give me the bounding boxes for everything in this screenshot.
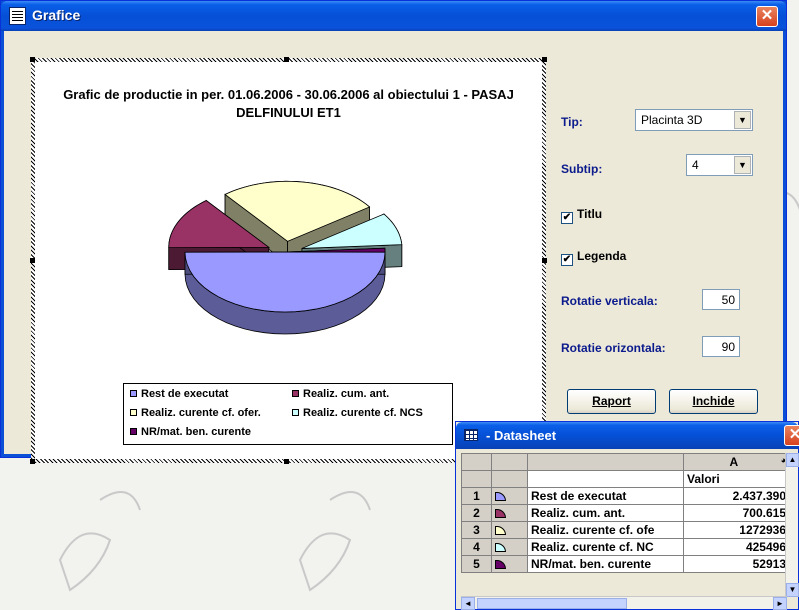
checkmark-icon[interactable]: ✔ [561, 212, 573, 224]
legend-item: NR/mat. ben. curente [130, 426, 251, 438]
row-label[interactable]: Rest de executat [527, 487, 684, 505]
scroll-thumb[interactable] [477, 598, 627, 609]
legend-label: Realiz. curente cf. ofer. [141, 407, 261, 419]
document-icon [9, 7, 26, 25]
legend-swatch [292, 390, 299, 397]
legend-swatch [130, 409, 137, 416]
chart-title: Grafic de productie in per. 01.06.2006 -… [63, 87, 514, 120]
scroll-right-icon[interactable]: ► [773, 597, 787, 610]
tip-combo[interactable]: Placinta 3D ▼ [635, 109, 753, 131]
row-header[interactable] [461, 470, 492, 488]
row-label[interactable]: Realiz. cum. ant. [527, 504, 684, 522]
checkmark-icon[interactable]: ✔ [561, 254, 573, 266]
grid-icon [464, 429, 478, 441]
row-value[interactable]: 700.615 [683, 504, 790, 522]
legenda-checkbox[interactable]: ✔ Legenda [561, 249, 626, 266]
cell[interactable] [527, 470, 684, 488]
series-swatch-icon [491, 555, 528, 573]
legend-item: Realiz. cum. ant. [292, 388, 389, 400]
grafice-window: Grafice ✕ Grafic de productie in per. 01… [0, 0, 787, 464]
chevron-down-icon[interactable]: ▼ [734, 111, 751, 129]
subtip-combo[interactable]: 4 ▼ [686, 154, 753, 176]
row-number[interactable]: 5 [461, 555, 492, 573]
subtip-combo-value: 4 [692, 158, 699, 172]
legend-item: Realiz. curente cf. NCS [292, 407, 423, 419]
legend-item: Rest de executat [130, 388, 228, 400]
row-value[interactable]: 2.437.390 [683, 487, 790, 505]
vertical-scrollbar[interactable]: ▲ ▼ [785, 453, 799, 597]
row-value[interactable]: 52913 [683, 555, 790, 573]
header-cell[interactable] [491, 453, 528, 471]
chart-area: Grafic de productie in per. 01.06.2006 -… [35, 62, 542, 459]
legend-label: Realiz. curente cf. NCS [303, 407, 423, 419]
titlu-label: Titlu [577, 207, 603, 221]
legend-swatch [130, 390, 137, 397]
row-header[interactable] [491, 470, 528, 488]
subtip-label: Subtip: [561, 162, 603, 176]
horizontal-scrollbar[interactable]: ◄ ► [461, 596, 787, 610]
rotatie-verticala-label: Rotatie verticala: [561, 294, 658, 308]
legend-item: Realiz. curente cf. ofer. [130, 407, 261, 419]
header-cell[interactable] [527, 453, 684, 471]
legend-label: NR/mat. ben. curente [141, 426, 252, 438]
series-swatch-icon [491, 504, 528, 522]
resize-handle[interactable] [30, 459, 35, 464]
scroll-up-icon[interactable]: ▲ [786, 453, 799, 467]
datasheet-title-bar[interactable]: - Datasheet ✕ [456, 422, 799, 449]
raport-button[interactable]: Raport [567, 389, 656, 414]
tip-combo-value: Placinta 3D [641, 113, 703, 127]
close-button[interactable]: ✕ [756, 6, 778, 27]
row-value[interactable]: 1272936 [683, 521, 790, 539]
row-label[interactable]: Realiz. curente cf. ofe [527, 521, 684, 539]
resize-handle[interactable] [284, 57, 289, 62]
resize-handle[interactable] [542, 258, 547, 263]
legend-swatch [292, 409, 299, 416]
rotatie-orizontala-label: Rotatie orizontala: [561, 341, 666, 355]
series-swatch-icon [491, 487, 528, 505]
legend-label: Realiz. cum. ant. [303, 388, 390, 400]
row-number[interactable]: 2 [461, 504, 492, 522]
table-row[interactable]: 3 Realiz. curente cf. ofe 1272936 [461, 521, 790, 539]
datasheet-title: - Datasheet [486, 428, 557, 443]
resize-handle[interactable] [30, 57, 35, 62]
legend-swatch [130, 428, 137, 435]
datasheet-window: - Datasheet ✕ A ◕ Valori 1 Rest de execut… [455, 421, 799, 610]
table-row[interactable]: 2 Realiz. cum. ant. 700.615 [461, 504, 790, 522]
inchide-button[interactable]: Inchide [669, 389, 758, 414]
datasheet-grid: A ◕ Valori 1 Rest de executat 2.437.390 2 Re… [461, 453, 790, 573]
series-swatch-icon [491, 521, 528, 539]
row-label[interactable]: NR/mat. ben. curente [527, 555, 684, 573]
title-bar[interactable]: Grafice ✕ [1, 1, 786, 31]
window-client: Grafic de productie in per. 01.06.2006 -… [5, 31, 782, 464]
legend-label: Rest de executat [141, 388, 229, 400]
table-row[interactable]: 1 Rest de executat 2.437.390 [461, 487, 790, 505]
row-value[interactable]: 425496 [683, 538, 790, 556]
rotatie-verticala-input[interactable]: 50 [702, 289, 740, 310]
chart-legend: Rest de executat Realiz. cum. ant. Realiz.… [123, 383, 453, 445]
table-row[interactable]: 5 NR/mat. ben. curente 52913 [461, 555, 790, 573]
titlu-checkbox[interactable]: ✔ Titlu [561, 207, 602, 224]
pie-chart [168, 180, 403, 335]
tip-label: Tip: [561, 115, 583, 129]
column-label-cell[interactable]: Valori [683, 470, 790, 488]
column-header-a[interactable]: A ◕ [683, 453, 790, 471]
table-row[interactable]: 4 Realiz. curente cf. NC 425496 [461, 538, 790, 556]
resize-handle[interactable] [542, 57, 547, 62]
corner-cell[interactable] [461, 453, 492, 471]
row-label[interactable]: Realiz. curente cf. NC [527, 538, 684, 556]
row-number[interactable]: 3 [461, 521, 492, 539]
row-number[interactable]: 4 [461, 538, 492, 556]
series-swatch-icon [491, 538, 528, 556]
row-number[interactable]: 1 [461, 487, 492, 505]
chevron-down-icon[interactable]: ▼ [734, 156, 751, 174]
datasheet-close-button[interactable]: ✕ [784, 425, 799, 446]
scroll-left-icon[interactable]: ◄ [461, 597, 475, 610]
resize-handle[interactable] [284, 459, 289, 464]
scroll-down-icon[interactable]: ▼ [786, 583, 799, 597]
resize-handle[interactable] [30, 258, 35, 263]
rotatie-orizontala-input[interactable]: 90 [702, 336, 740, 357]
chart-frame[interactable]: Grafic de productie in per. 01.06.2006 -… [30, 57, 547, 464]
window-title: Grafice [32, 7, 81, 23]
legenda-label: Legenda [577, 249, 627, 263]
